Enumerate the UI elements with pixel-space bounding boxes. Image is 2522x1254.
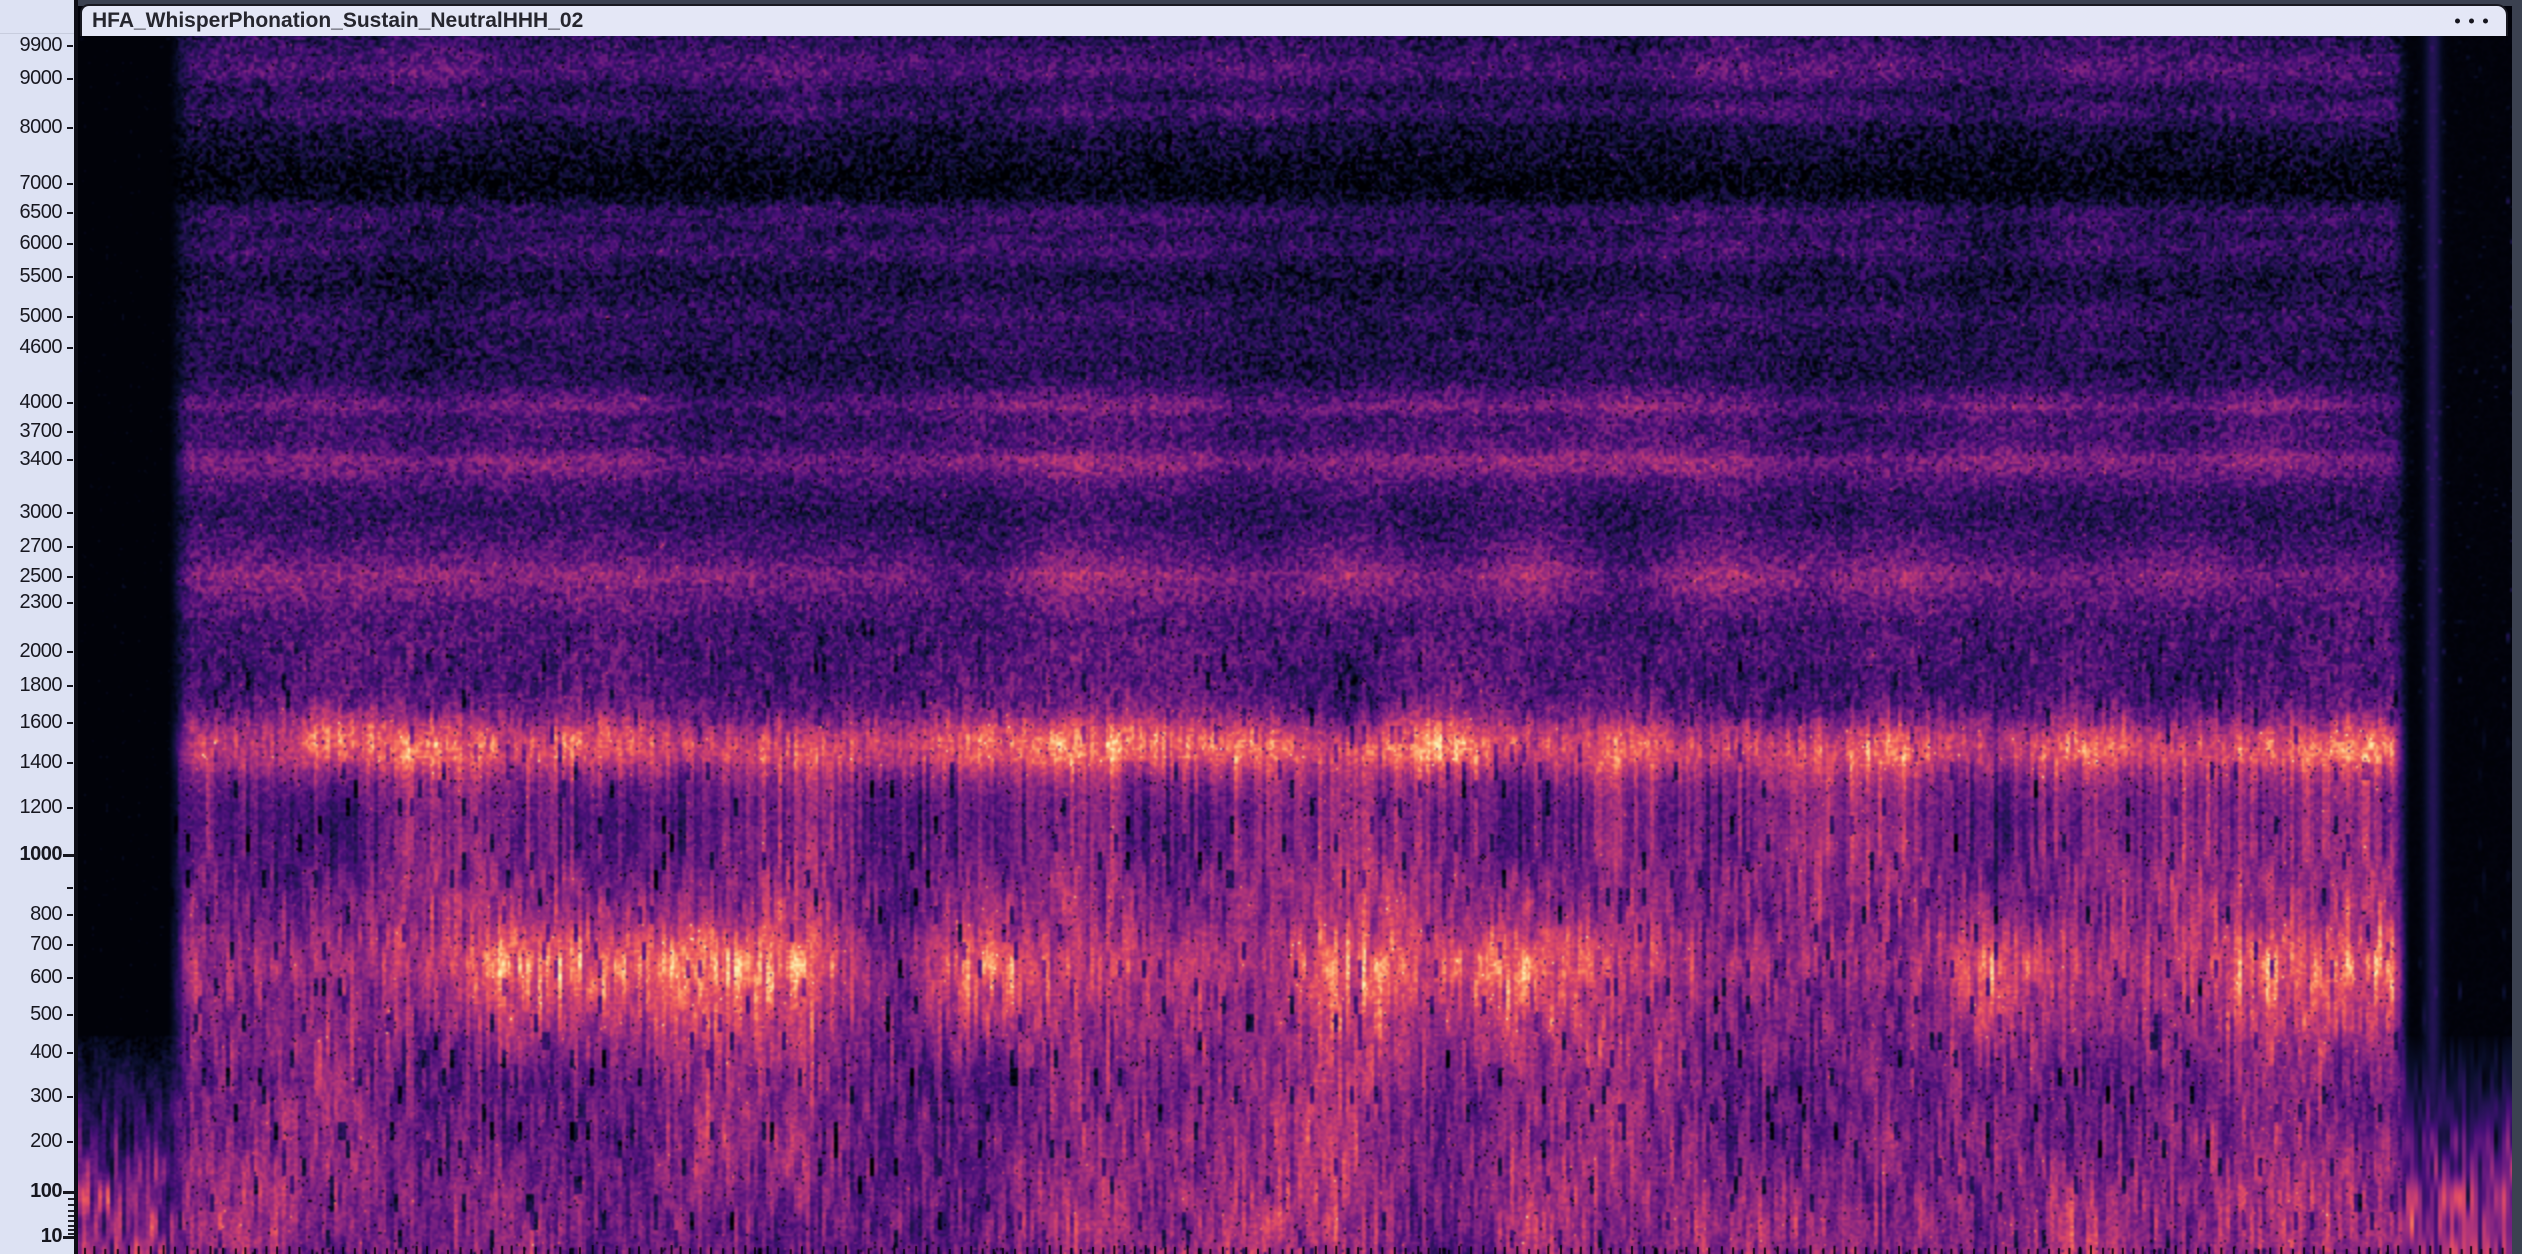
- frequency-tick-mark: [67, 546, 73, 548]
- frequency-tick-mark: [67, 243, 73, 245]
- frequency-tick-label: 100: [30, 1180, 62, 1203]
- frequency-tick-mark: [67, 1052, 73, 1054]
- frequency-tick-mark: [67, 977, 73, 979]
- frequency-tick-label: 4600: [20, 336, 63, 359]
- frequency-tick-label: 3000: [20, 501, 63, 524]
- frequency-tick-mark: [63, 854, 74, 857]
- frequency-tick-label: 1600: [20, 711, 63, 734]
- frequency-tick-mark: [67, 183, 73, 185]
- frequency-tick-label: 2500: [20, 565, 63, 588]
- frequency-tick-label: 6500: [20, 201, 63, 224]
- frequency-tick-mark: [67, 602, 73, 604]
- frequency-tick-label: 2300: [20, 591, 63, 614]
- frequency-tick-mark: [67, 347, 73, 349]
- frequency-minor-tick: [68, 1210, 74, 1212]
- frequency-tick-mark: [67, 651, 73, 653]
- frequency-tick-label: 1200: [20, 796, 63, 819]
- frequency-tick-label: 5500: [20, 265, 63, 288]
- frequency-tick-label: 10: [41, 1225, 62, 1248]
- frequency-tick-label: 700: [30, 933, 62, 956]
- frequency-minor-tick: [68, 1229, 74, 1231]
- frequency-tick-label: 3700: [20, 420, 63, 443]
- frequency-minor-tick: [68, 1204, 74, 1206]
- ellipsis-icon: [2469, 19, 2474, 24]
- frequency-tick-mark: [67, 402, 73, 404]
- overflow-menu-button[interactable]: [2455, 19, 2488, 24]
- frequency-tick-mark: [67, 685, 73, 687]
- frequency-tick-mark: [67, 914, 73, 916]
- frequency-tick-mark: [67, 78, 73, 80]
- spectrogram-canvas[interactable]: [78, 6, 2512, 1254]
- frequency-tick-label: 600: [30, 966, 62, 989]
- frequency-tick-label: 300: [30, 1085, 62, 1108]
- frequency-tick-label: 2000: [20, 640, 63, 663]
- frequency-tick-mark: [67, 276, 73, 278]
- frequency-tick-label: 1800: [20, 674, 63, 697]
- frequency-tick-label: 500: [30, 1003, 62, 1026]
- frequency-tick-mark: [67, 807, 73, 809]
- frequency-tick-label: 9900: [20, 34, 63, 57]
- frequency-tick-mark: [67, 512, 73, 514]
- pane-title: HFA_WhisperPhonation_Sustain_NeutralHHH_…: [92, 9, 583, 33]
- frequency-tick-mark: [67, 127, 73, 129]
- frequency-tick-label: 9000: [20, 67, 63, 90]
- frequency-tick-label: 800: [30, 903, 62, 926]
- frequency-tick-mark: [67, 316, 73, 318]
- app-window: 9900 9000 8000 7000 6500 6000 5500 5000 4600 4000…: [0, 0, 2522, 1254]
- frequency-tick-label: 4000: [20, 391, 63, 414]
- frequency-minor-tick: [68, 1225, 74, 1227]
- frequency-tick-mark: [67, 762, 73, 764]
- frequency-tick-mark: [63, 1191, 74, 1194]
- frequency-tick-mark: [63, 1236, 74, 1239]
- frequency-tick-mark: [67, 1014, 73, 1016]
- frequency-tick-label: 3400: [20, 448, 63, 471]
- frequency-tick-label: 7000: [20, 172, 63, 195]
- frequency-tick-mark: [67, 212, 73, 214]
- frequency-axis: 9900 9000 8000 7000 6500 6000 5500 5000 4600 4000…: [0, 0, 78, 1254]
- frequency-minor-tick: [68, 1198, 74, 1200]
- frequency-tick-mark: [67, 1141, 73, 1143]
- ellipsis-icon: [2455, 19, 2460, 24]
- frequency-tick-mark: [67, 431, 73, 433]
- frequency-tick-mark: [67, 887, 73, 889]
- frequency-tick-label: 6000: [20, 232, 63, 255]
- pane-title-bar[interactable]: HFA_WhisperPhonation_Sustain_NeutralHHH_…: [80, 4, 2508, 36]
- frequency-minor-tick: [68, 1215, 74, 1217]
- frequency-tick-label: 1000: [20, 843, 63, 866]
- frequency-tick-label: 5000: [20, 305, 63, 328]
- frequency-tick-mark: [67, 576, 73, 578]
- frequency-tick-label: 2700: [20, 535, 63, 558]
- frequency-minor-tick: [68, 1220, 74, 1222]
- frequency-tick-mark: [67, 1096, 73, 1098]
- frequency-tick-label: 8000: [20, 116, 63, 139]
- frequency-tick-mark: [67, 45, 73, 47]
- frequency-tick-mark: [67, 944, 73, 946]
- frequency-tick-label: 1400: [20, 751, 63, 774]
- frequency-tick-label: 400: [30, 1041, 62, 1064]
- ellipsis-icon: [2483, 19, 2488, 24]
- frequency-minor-tick: [68, 1233, 74, 1235]
- frequency-tick-mark: [67, 722, 73, 724]
- frequency-tick-label: 200: [30, 1130, 62, 1153]
- frequency-tick-mark: [67, 459, 73, 461]
